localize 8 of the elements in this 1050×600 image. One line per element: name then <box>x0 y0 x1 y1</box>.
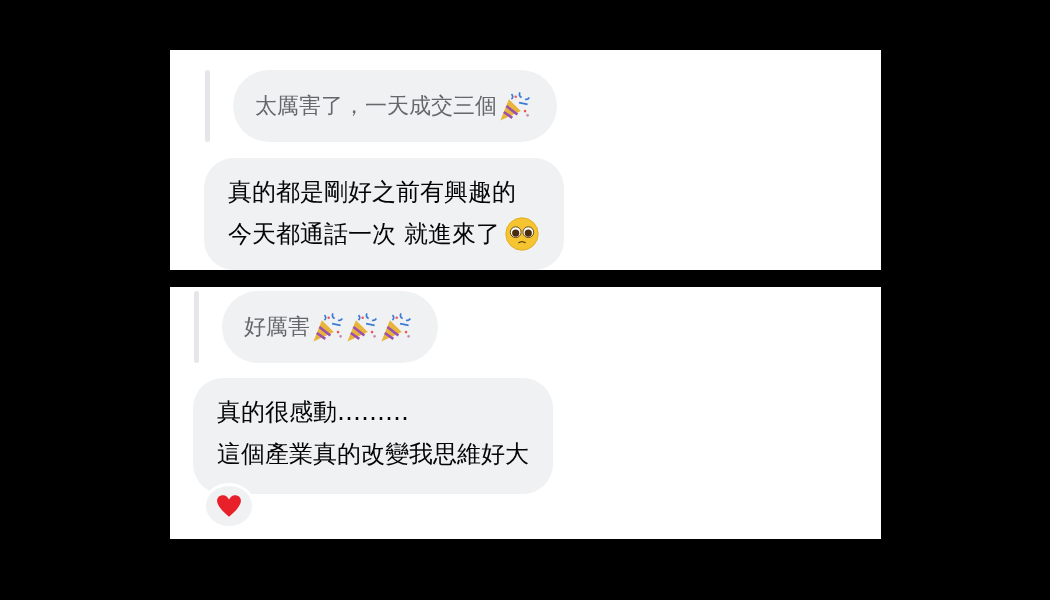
pleading-face-icon <box>503 216 540 252</box>
heart-icon <box>216 494 242 518</box>
message-text: 真的很感動……… <box>217 397 409 428</box>
message-text: 真的都是剛好之前有興趣的 <box>228 177 516 208</box>
message-text: 這個產業真的改變我思維好大 <box>217 439 529 470</box>
message-text: 今天都通話一次 就進來了 <box>228 219 500 250</box>
quoted-message-text: 好厲害 <box>244 313 310 341</box>
quoted-message-text: 太厲害了，一天成交三個 <box>255 92 497 120</box>
